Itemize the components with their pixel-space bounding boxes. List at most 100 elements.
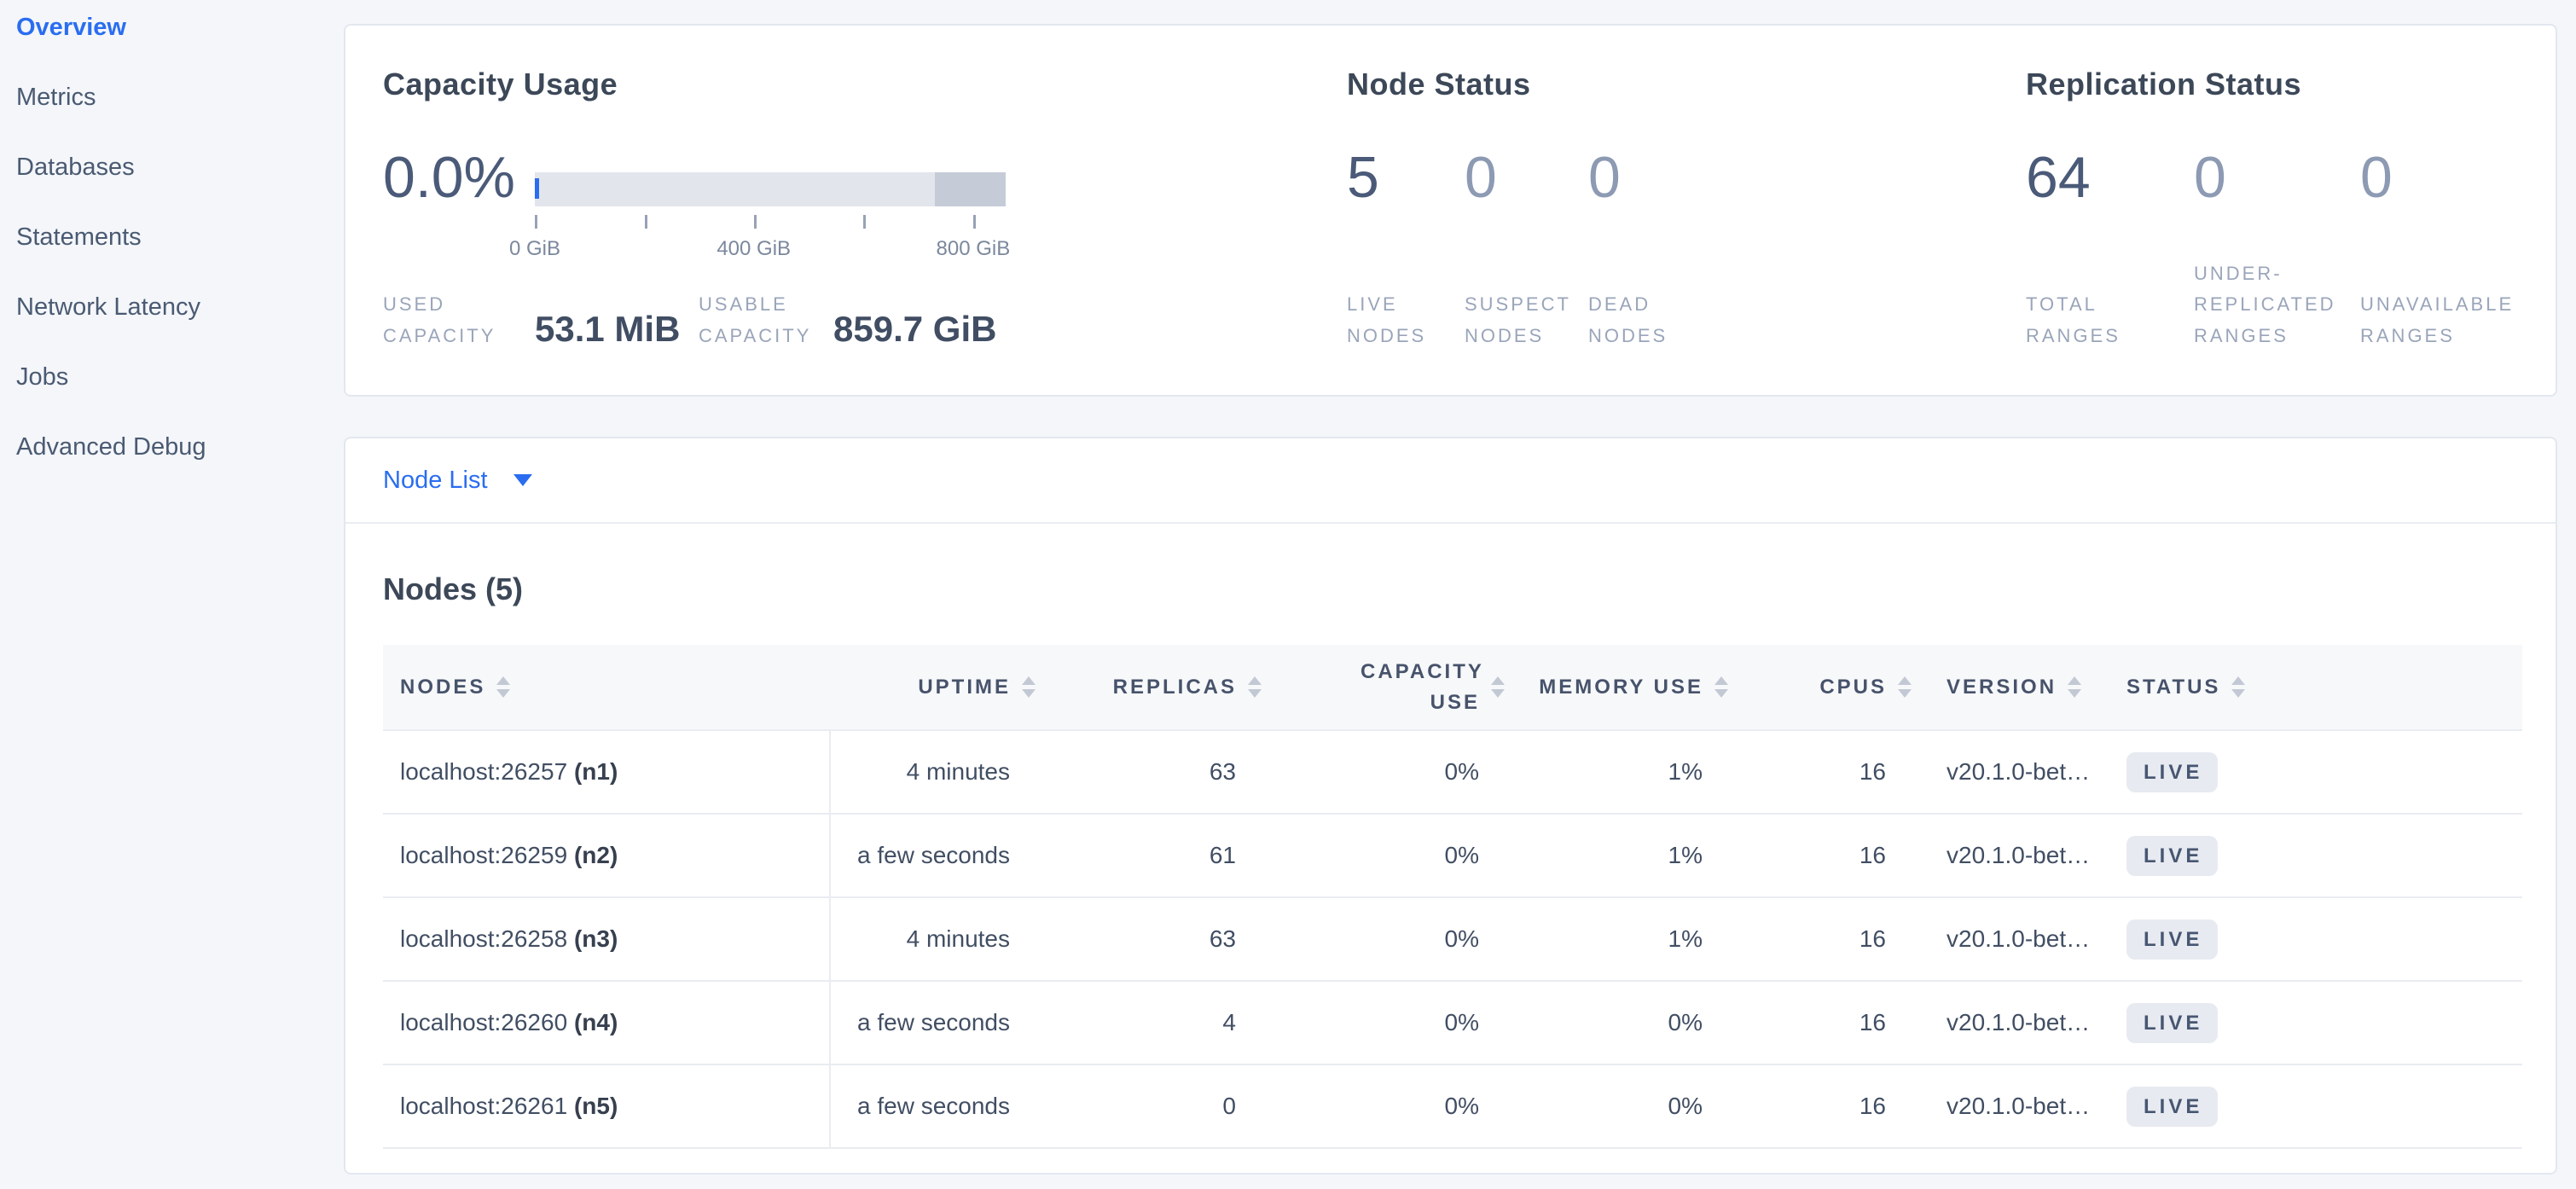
memory-use-cell: 0% bbox=[1517, 1064, 1740, 1148]
sort-icon bbox=[1491, 676, 1505, 698]
sidebar-item-statements[interactable]: Statements bbox=[0, 202, 341, 272]
node-id: (n3) bbox=[574, 925, 618, 952]
column-header-status[interactable]: STATUS bbox=[2103, 645, 2522, 730]
replication-status-section: Replication Status 64 TOTAL RANGES 0 UND… bbox=[2026, 26, 2556, 395]
replicas-cell: 61 bbox=[1047, 814, 1273, 897]
status-badge: LIVE bbox=[2126, 1003, 2218, 1043]
status-badge: LIVE bbox=[2126, 836, 2218, 876]
capacity-bar-reserved-segment bbox=[935, 172, 1006, 206]
sort-icon bbox=[1248, 676, 1262, 698]
table-row-node-2[interactable]: localhost:26259 (n2) a few seconds 61 0%… bbox=[383, 814, 2522, 897]
node-address-cell[interactable]: localhost:26261 (n5) bbox=[383, 1064, 830, 1148]
axis-label-400: 400 GiB bbox=[717, 237, 791, 261]
total-ranges-label: TOTAL RANGES bbox=[2026, 289, 2141, 351]
suspect-nodes-value: 0 bbox=[1465, 148, 1588, 206]
status-badge: LIVE bbox=[2126, 1087, 2218, 1127]
node-id: (n4) bbox=[574, 1009, 618, 1035]
cpus-cell: 16 bbox=[1740, 897, 1923, 981]
table-row-node-3[interactable]: localhost:26258 (n3) 4 minutes 63 0% 1% … bbox=[383, 897, 2522, 981]
node-status-title: Node Status bbox=[1347, 67, 2026, 102]
status-cell: LIVE bbox=[2103, 1064, 2522, 1148]
sidebar-item-overview[interactable]: Overview bbox=[0, 0, 341, 62]
cpus-cell: 16 bbox=[1740, 981, 1923, 1064]
uptime-cell: a few seconds bbox=[830, 981, 1047, 1064]
capacity-use-cell: 0% bbox=[1273, 1064, 1517, 1148]
column-header-memory-use[interactable]: MEMORY USE bbox=[1517, 645, 1740, 730]
column-header-capacity-use[interactable]: CAPACITY USE bbox=[1273, 645, 1517, 730]
column-header-version[interactable]: VERSION bbox=[1923, 645, 2103, 730]
table-row-node-4[interactable]: localhost:26260 (n4) a few seconds 4 0% … bbox=[383, 981, 2522, 1064]
table-row-node-5[interactable]: localhost:26261 (n5) a few seconds 0 0% … bbox=[383, 1064, 2522, 1148]
sidebar-item-databases[interactable]: Databases bbox=[0, 132, 341, 202]
live-nodes-label: LIVE NODES bbox=[1347, 289, 1449, 351]
memory-use-cell: 0% bbox=[1517, 981, 1740, 1064]
column-header-nodes[interactable]: NODES bbox=[383, 645, 830, 730]
version-cell: v20.1.0-bet… bbox=[1923, 981, 2103, 1064]
capacity-usage-section: Capacity Usage 0.0% 0 GiB bbox=[345, 26, 1347, 395]
column-header-cpus[interactable]: CPUS bbox=[1740, 645, 1923, 730]
node-address-cell[interactable]: localhost:26257 (n1) bbox=[383, 730, 830, 814]
suspect-nodes-label: SUSPECT NODES bbox=[1465, 289, 1567, 351]
live-nodes-value: 5 bbox=[1347, 148, 1465, 206]
dead-nodes-stat: 0 DEAD NODES bbox=[1588, 148, 1691, 351]
under-replicated-ranges-stat: 0 UNDER-REPLICATED RANGES bbox=[2194, 148, 2360, 351]
capacity-use-cell: 0% bbox=[1273, 730, 1517, 814]
sort-icon bbox=[1022, 676, 1036, 698]
uptime-cell: a few seconds bbox=[830, 814, 1047, 897]
total-ranges-stat: 64 TOTAL RANGES bbox=[2026, 148, 2194, 351]
version-cell: v20.1.0-bet… bbox=[1923, 1064, 2103, 1148]
under-replicated-ranges-label: UNDER-REPLICATED RANGES bbox=[2194, 258, 2339, 351]
status-badge: LIVE bbox=[2126, 919, 2218, 960]
status-cell: LIVE bbox=[2103, 897, 2522, 981]
capacity-axis-labels: 0 GiB 400 GiB 800 GiB bbox=[535, 237, 1006, 263]
cpus-cell: 16 bbox=[1740, 1064, 1923, 1148]
under-replicated-ranges-value: 0 bbox=[2194, 148, 2360, 206]
uptime-cell: 4 minutes bbox=[830, 730, 1047, 814]
sort-icon bbox=[2231, 676, 2245, 698]
sort-icon bbox=[496, 676, 510, 698]
sort-icon bbox=[1898, 676, 1912, 698]
cpus-cell: 16 bbox=[1740, 730, 1923, 814]
column-header-replicas[interactable]: REPLICAS bbox=[1047, 645, 1273, 730]
cluster-summary-card: Capacity Usage 0.0% 0 GiB bbox=[344, 24, 2557, 397]
live-nodes-stat: 5 LIVE NODES bbox=[1347, 148, 1465, 351]
column-header-uptime[interactable]: UPTIME bbox=[830, 645, 1047, 730]
replicas-cell: 4 bbox=[1047, 981, 1273, 1064]
sort-icon bbox=[2068, 676, 2081, 698]
replicas-cell: 63 bbox=[1047, 897, 1273, 981]
uptime-cell: 4 minutes bbox=[830, 897, 1047, 981]
capacity-usage-title: Capacity Usage bbox=[383, 67, 1347, 102]
unavailable-ranges-label: UNAVAILABLE RANGES bbox=[2360, 289, 2522, 351]
replicas-cell: 0 bbox=[1047, 1064, 1273, 1148]
version-cell: v20.1.0-bet… bbox=[1923, 730, 2103, 814]
unavailable-ranges-value: 0 bbox=[2360, 148, 2522, 206]
capacity-bar bbox=[535, 172, 1006, 206]
used-capacity-label: USED CAPACITY bbox=[383, 289, 535, 351]
node-status-section: Node Status 5 LIVE NODES 0 SUSPECT NODES… bbox=[1347, 26, 2026, 395]
usable-capacity-value: 859.7 GiB bbox=[833, 309, 996, 351]
status-cell: LIVE bbox=[2103, 814, 2522, 897]
uptime-cell: a few seconds bbox=[830, 1064, 1047, 1148]
sort-icon bbox=[1714, 676, 1728, 698]
replication-status-title: Replication Status bbox=[2026, 67, 2556, 102]
node-address-cell[interactable]: localhost:26259 (n2) bbox=[383, 814, 830, 897]
node-address-cell[interactable]: localhost:26258 (n3) bbox=[383, 897, 830, 981]
sidebar-item-advanced-debug[interactable]: Advanced Debug bbox=[0, 412, 341, 482]
sidebar-nav: Overview Metrics Databases Statements Ne… bbox=[0, 0, 341, 482]
node-list-card: Node List Nodes (5) NODES bbox=[344, 437, 2557, 1174]
node-list-dropdown[interactable]: Node List bbox=[383, 467, 532, 495]
axis-label-800: 800 GiB bbox=[937, 237, 1011, 261]
memory-use-cell: 1% bbox=[1517, 814, 1740, 897]
node-address-cell[interactable]: localhost:26260 (n4) bbox=[383, 981, 830, 1064]
sidebar-item-jobs[interactable]: Jobs bbox=[0, 342, 341, 412]
caret-down-icon bbox=[513, 474, 532, 486]
replicas-cell: 63 bbox=[1047, 730, 1273, 814]
capacity-axis-ticks bbox=[535, 215, 1006, 237]
nodes-table: NODES UPTIME REPLICAS CAPACIT bbox=[383, 645, 2522, 1149]
sidebar-item-metrics[interactable]: Metrics bbox=[0, 62, 341, 132]
cpus-cell: 16 bbox=[1740, 814, 1923, 897]
table-row-node-1[interactable]: localhost:26257 (n1) 4 minutes 63 0% 1% … bbox=[383, 730, 2522, 814]
nodes-table-header-row: NODES UPTIME REPLICAS CAPACIT bbox=[383, 645, 2522, 730]
version-cell: v20.1.0-bet… bbox=[1923, 897, 2103, 981]
sidebar-item-network-latency[interactable]: Network Latency bbox=[0, 272, 341, 342]
